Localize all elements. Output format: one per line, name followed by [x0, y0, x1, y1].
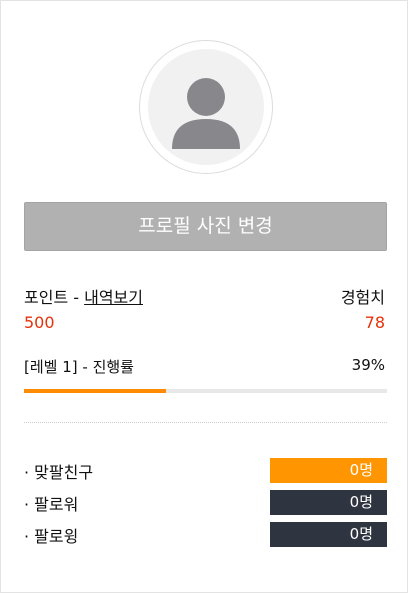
following-count[interactable]: 0명: [270, 522, 387, 547]
change-profile-photo-button[interactable]: 프로필 사진 변경: [24, 202, 387, 251]
experience-value: 78: [364, 313, 385, 332]
mutual-friends-count[interactable]: 0명: [270, 458, 387, 483]
avatar-placeholder: [148, 49, 264, 165]
user-silhouette-icon: [172, 78, 240, 149]
followers-label: · 팔로워: [24, 495, 79, 514]
following-label: · 팔로윙: [24, 527, 79, 546]
experience-label: 경험치: [340, 288, 385, 307]
points-label: 포인트 -: [24, 288, 85, 307]
level-progress-label: [레벨 1] - 진행률: [24, 358, 134, 376]
section-divider: [24, 422, 387, 423]
profile-avatar[interactable]: [139, 40, 273, 174]
level-progress-fill: [24, 389, 166, 393]
level-progress-percent: 39%: [351, 356, 385, 374]
level-progress-bar: [24, 389, 387, 393]
points-label-row: 포인트 - 내역보기: [24, 284, 143, 308]
points-value: 500: [24, 313, 55, 332]
points-history-link[interactable]: 내역보기: [84, 288, 143, 307]
mutual-friends-label: · 맞팔친구: [24, 463, 94, 482]
profile-card: 프로필 사진 변경 포인트 - 내역보기 경험치 500 78 [레벨 1] -…: [0, 0, 408, 593]
followers-count[interactable]: 0명: [270, 490, 387, 515]
